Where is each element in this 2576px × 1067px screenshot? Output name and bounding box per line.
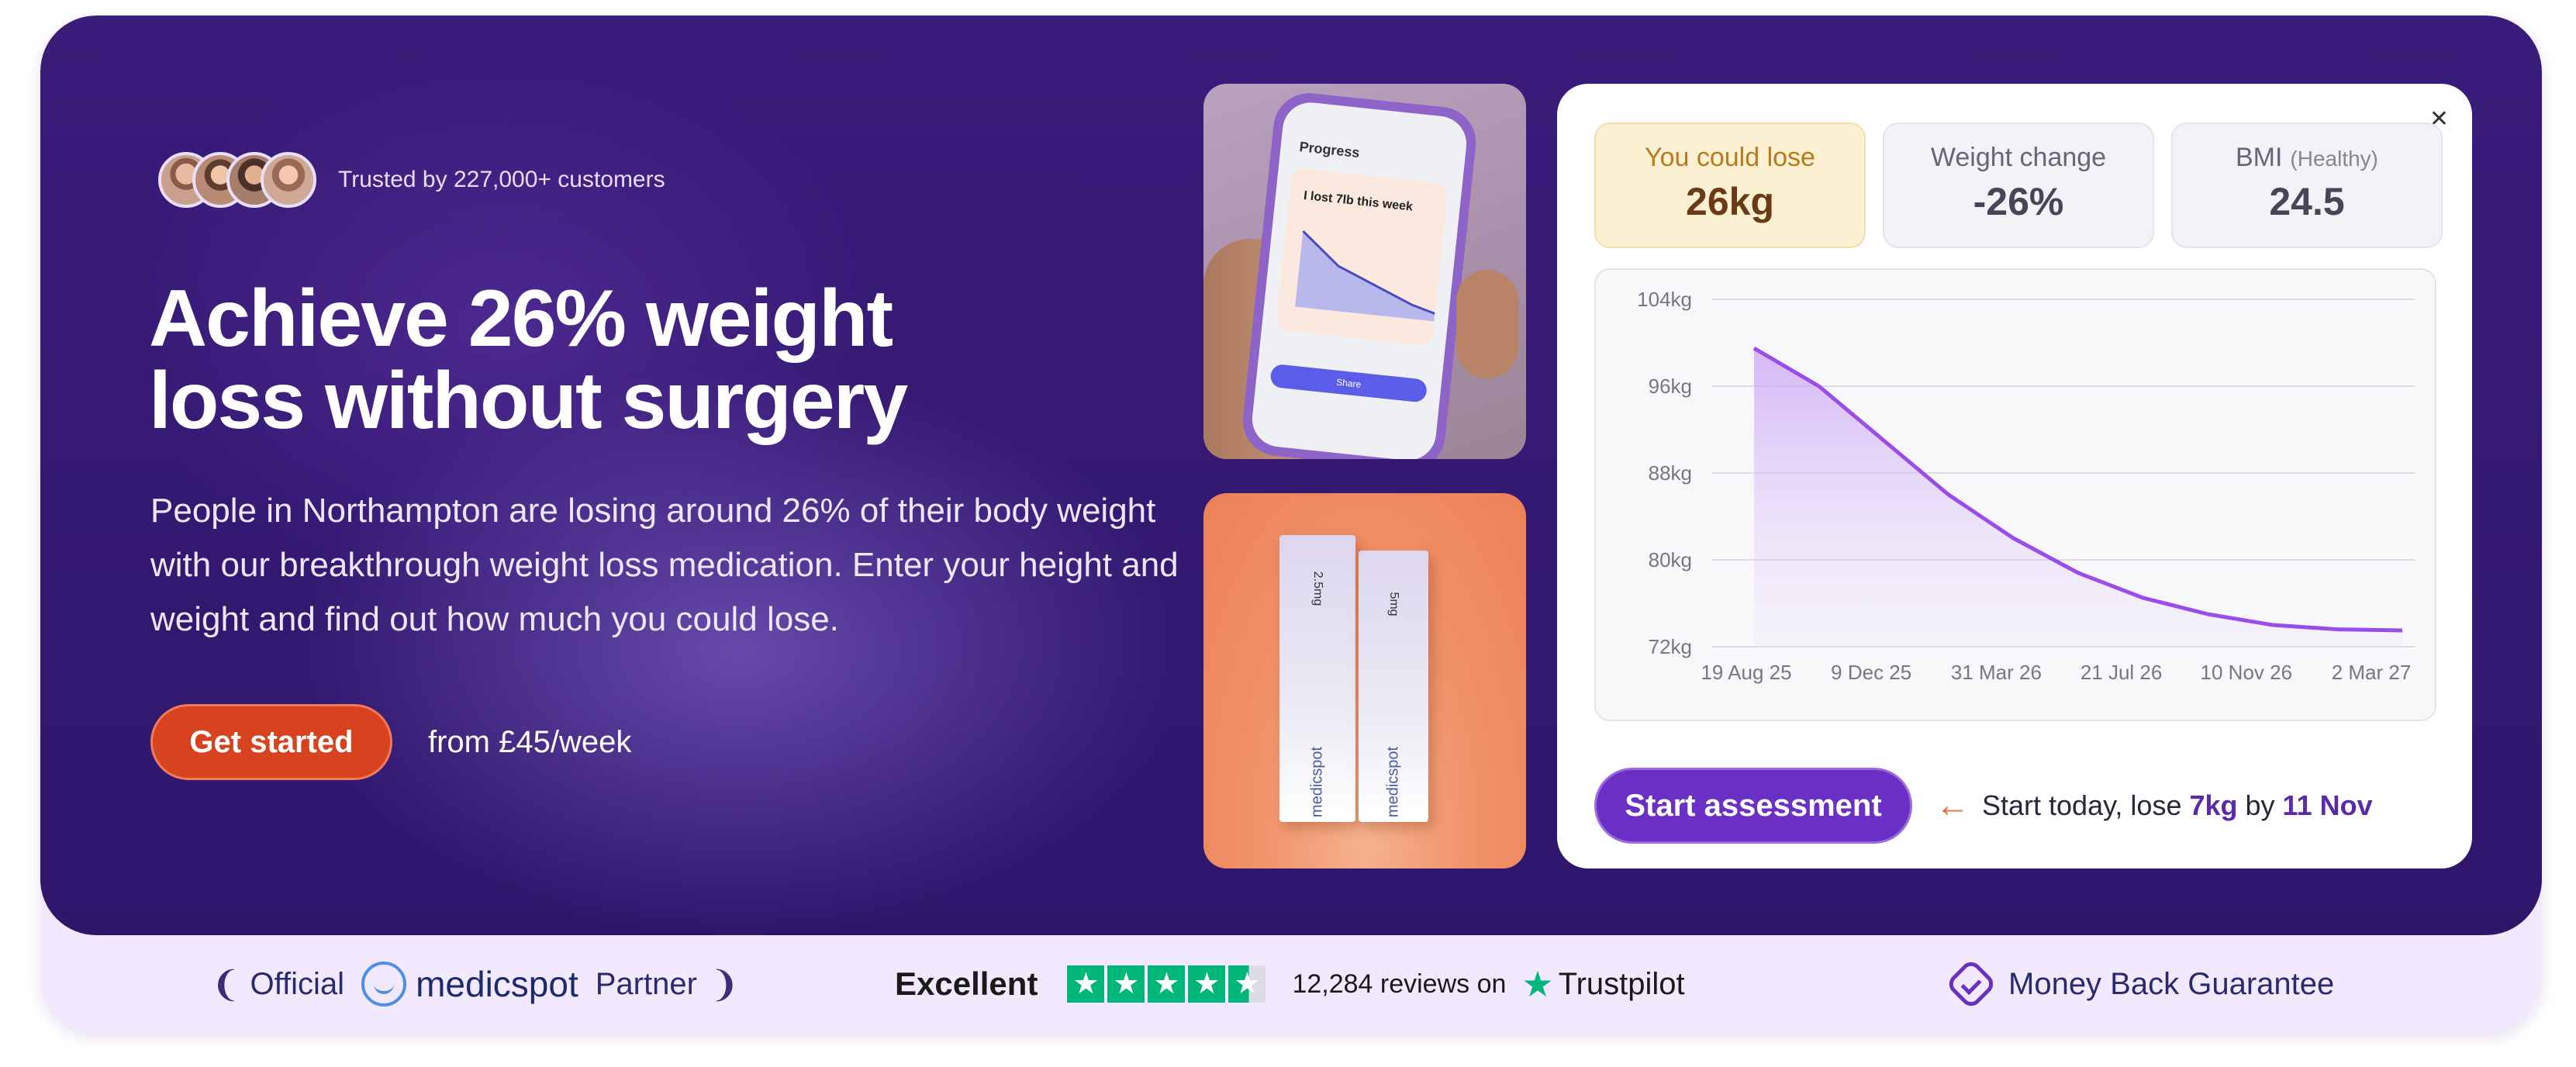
dose-label: 5mg — [1387, 592, 1400, 616]
headline-line-1: Achieve 26% weight — [149, 274, 893, 364]
series-area — [1754, 348, 2402, 647]
note-date: 11 Nov — [2282, 789, 2373, 821]
money-back-guarantee: Money Back Guarantee — [1945, 935, 2335, 1033]
partner-label: Partner — [595, 966, 697, 1001]
phone-progress-card: I lost 7lb this week — [1275, 167, 1449, 347]
medication-box: 5mg medicspot — [1359, 551, 1428, 822]
medication-box-image: 2.5mg medicspot 5mg medicspot — [1203, 493, 1526, 868]
stat-label: BMI (Healthy) — [2173, 143, 2441, 173]
x-tick-label: 31 Mar 26 — [1951, 661, 2042, 684]
stat-bmi: BMI (Healthy) 24.5 — [2171, 123, 2443, 248]
cta-note: Start today, lose 7kg by 11 Nov — [1982, 789, 2373, 822]
rating-word: Excellent — [895, 965, 1038, 1002]
stat-value: -26% — [1973, 180, 2064, 223]
laurel-left-icon: ❨ — [211, 964, 241, 1004]
arrow-left-icon: ← — [1935, 786, 1970, 824]
stat-label-text: BMI — [2235, 143, 2283, 172]
page-title: Achieve 26% weight loss without surgery — [149, 278, 1002, 442]
x-tick-label: 10 Nov 26 — [2201, 661, 2293, 684]
star-icon: ★ — [1067, 965, 1105, 1003]
x-tick-label: 19 Aug 25 — [1701, 661, 1791, 684]
y-tick-label: 88kg — [1649, 461, 1692, 485]
stat-weight-change: Weight change -26% — [1883, 123, 2154, 248]
star-icon: ★ — [1148, 965, 1186, 1003]
headline-line-2: loss without surgery — [149, 356, 908, 446]
medicspot-brand: medicspot — [416, 964, 578, 1004]
phone-mini-chart — [1295, 230, 1435, 322]
promo-banner: Trusted by 227,000+ customers Achieve 26… — [40, 16, 2542, 1033]
guarantee-text: Money Back Guarantee — [2008, 966, 2335, 1001]
weight-projection-chart: 104kg 96kg 88kg 80kg 72kg 19 Aug 25 9 Dec 25 31… — [1594, 268, 2436, 721]
note-mid: by — [2237, 789, 2283, 821]
x-tick-label: 2 Mar 27 — [2332, 661, 2412, 684]
avatar — [261, 152, 316, 208]
panel-cta-row: Start assessment ← Start today, lose 7kg… — [1594, 768, 2373, 844]
x-tick-label: 21 Jul 26 — [2080, 661, 2163, 684]
y-tick-label: 72kg — [1649, 635, 1692, 658]
phone-screen: Progress I lost 7lb this week Share — [1249, 99, 1469, 459]
note-prefix: Start today, lose — [1982, 789, 2190, 821]
star-icon: ★ — [1107, 965, 1145, 1003]
stat-label: Weight change — [1930, 143, 2107, 172]
stat-sub-label: (Healthy) — [2290, 147, 2379, 171]
review-count: 12,284 reviews on — [1292, 969, 1507, 999]
trusted-text: Trusted by 227,000+ customers — [338, 167, 665, 192]
hero-description: People in Northampton are losing around … — [150, 492, 1179, 638]
y-tick-label: 80kg — [1649, 548, 1692, 571]
stat-value: 26kg — [1686, 180, 1774, 223]
stat-could-lose: You could lose 26kg — [1594, 123, 1866, 248]
stat-value: 24.5 — [2269, 180, 2345, 223]
rating-stars: ★ ★ ★ ★ ★ — [1067, 965, 1266, 1003]
medicspot-logo-icon — [361, 962, 407, 1007]
phone-share-button: Share — [1269, 363, 1428, 403]
hero-cta-row: Get started from £45/week — [150, 704, 631, 780]
phone-progress-heading: I lost 7lb this week — [1303, 188, 1414, 214]
medication-box: 2.5mg medicspot — [1279, 535, 1355, 822]
star-icon: ★ — [1188, 965, 1226, 1003]
trusted-badge: Trusted by 227,000+ customers — [158, 152, 665, 208]
chart-svg: 104kg 96kg 88kg 80kg 72kg 19 Aug 25 9 Dec 25 31… — [1637, 288, 2415, 684]
trustpilot-star-icon: ★ — [1521, 964, 1554, 1004]
start-assessment-button[interactable]: Start assessment — [1594, 768, 1912, 844]
note-amount: 7kg — [2189, 789, 2238, 821]
get-started-button[interactable]: Get started — [150, 704, 392, 780]
x-tick-label: 9 Dec 25 — [1831, 661, 1911, 684]
y-tick-label: 96kg — [1649, 375, 1692, 398]
stats-row: You could lose 26kg Weight change -26% B… — [1594, 123, 2443, 248]
phone-device: Progress I lost 7lb this week Share — [1239, 89, 1480, 459]
phone-progress-image: Progress I lost 7lb this week Share — [1203, 84, 1526, 459]
customer-avatars — [158, 152, 321, 208]
weight-calculator-panel: ✕ You could lose 26kg Weight change -26%… — [1557, 84, 2472, 868]
phone-screen-title: Progress — [1298, 139, 1361, 161]
thumb-shape — [1456, 270, 1518, 378]
stat-label: You could lose — [1645, 143, 1815, 172]
trust-bar: ❨ Official medicspot Partner ❩ Excellent… — [40, 935, 2542, 1033]
trustpilot-rating[interactable]: Excellent ★ ★ ★ ★ ★ 12,284 reviews on ★ … — [895, 935, 1685, 1033]
official-label: Official — [250, 966, 345, 1001]
laurel-right-icon: ❩ — [709, 964, 740, 1004]
trustpilot-brand: Trustpilot — [1558, 966, 1685, 1001]
hero-section: Trusted by 227,000+ customers Achieve 26… — [40, 16, 2542, 935]
price-text: from £45/week — [428, 724, 632, 759]
box-brand-label: medicspot — [1308, 746, 1326, 818]
official-partner-badge: ❨ Official medicspot Partner ❩ — [211, 935, 739, 1033]
box-brand-label: medicspot — [1384, 746, 1402, 818]
badge-check-icon — [1945, 958, 1998, 1010]
y-tick-label: 104kg — [1637, 288, 1692, 311]
half-star-icon: ★ — [1228, 965, 1266, 1003]
dose-label: 2.5mg — [1311, 571, 1324, 606]
